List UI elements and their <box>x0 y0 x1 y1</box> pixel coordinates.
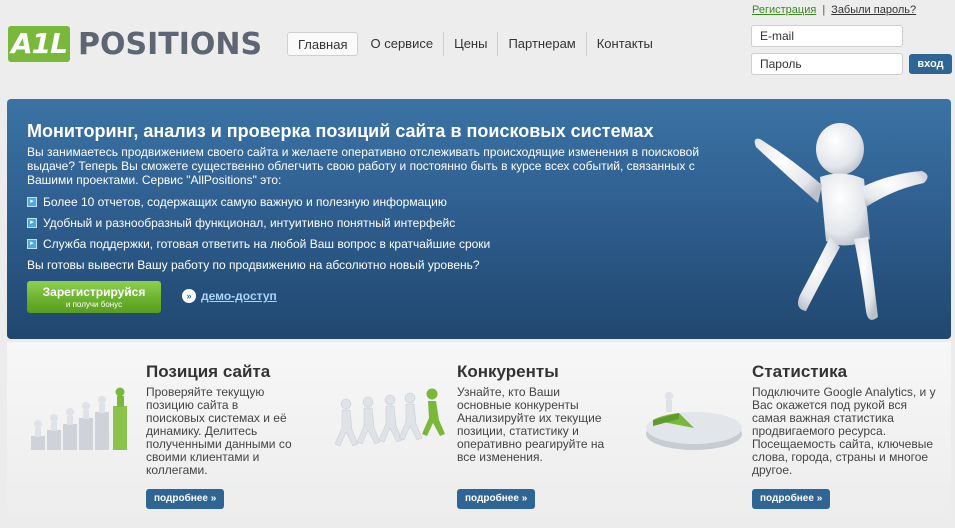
running-people-icon <box>334 388 445 447</box>
list-item: ▸ Более 10 отчетов, содержащих самую важн… <box>27 194 490 215</box>
staircase-people-icon <box>31 387 127 450</box>
features-section: Позиция сайта Проверяйте текущую позицию… <box>7 342 951 528</box>
demo-access[interactable]: » демо-доступ <box>182 289 277 303</box>
bullet-text: Более 10 отчетов, содержащих самую важну… <box>43 195 447 209</box>
nav-item-about[interactable]: О сервисе <box>360 32 445 56</box>
double-chevron-icon: » <box>182 289 196 303</box>
register-button-label: Зарегистрируйся <box>42 285 146 299</box>
forgot-password-link[interactable]: Забыли пароль? <box>831 4 916 16</box>
register-link[interactable]: Регистрация <box>752 4 816 16</box>
site-logo[interactable]: A1L POSITIONS <box>8 26 262 62</box>
feature-title: Конкуренты <box>457 362 559 381</box>
hero-bullet-list: ▸ Более 10 отчетов, содержащих самую важн… <box>27 194 490 257</box>
feature-description: Подключите Google Analytics, и у Вас ока… <box>752 385 936 477</box>
demo-access-link[interactable]: демо-доступ <box>201 289 277 303</box>
bullet-arrow-icon: ▸ <box>27 218 37 228</box>
register-button[interactable]: Зарегистрируйся и получи бонус <box>27 281 161 313</box>
hero-question: Вы готовы вывести Вашу работу по продвиж… <box>27 258 480 272</box>
register-button-sublabel: и получи бонус <box>65 300 123 309</box>
logo-text: POSITIONS <box>78 26 263 62</box>
feature-statistics: Статистика Подключите Google Analytics, … <box>627 342 951 528</box>
feature-description: Узнайте, кто Ваши основные конкуренты Ан… <box>457 385 605 464</box>
more-button[interactable]: подробнее » <box>457 489 536 509</box>
login-button[interactable]: вход <box>909 54 952 74</box>
bullet-arrow-icon: ▸ <box>27 197 37 207</box>
feature-title: Статистика <box>752 362 848 381</box>
nav-item-prices[interactable]: Цены <box>444 32 499 56</box>
feature-position: Позиция сайта Проверяйте текущую позицию… <box>7 342 317 528</box>
more-button[interactable]: подробнее » <box>752 489 831 509</box>
feature-title: Позиция сайта <box>146 362 271 381</box>
email-field[interactable] <box>751 25 903 47</box>
auth-links: Регистрация | Забыли пароль? <box>752 4 916 16</box>
logo-badge: A1L <box>8 26 70 62</box>
pie-chart-person-icon <box>646 392 742 450</box>
list-item: ▸ Служба поддержки, готовая ответить на л… <box>27 236 490 257</box>
auth-separator: | <box>822 4 826 16</box>
feature-competitors: Конкуренты Узнайте, кто Ваши основные ко… <box>317 342 627 528</box>
bullet-text: Удобный и разнообразный функционал, инту… <box>43 216 456 230</box>
hero-intro: Вы занимаетесь продвижением своего сайта… <box>27 145 700 187</box>
nav-item-partners[interactable]: Партнерам <box>498 32 587 56</box>
hero-banner: Мониторинг, анализ и проверка позиций са… <box>7 99 951 339</box>
hero-title: Мониторинг, анализ и проверка позиций са… <box>27 121 654 141</box>
nav-item-home[interactable]: Главная <box>287 32 359 56</box>
password-field[interactable] <box>751 53 903 75</box>
main-nav: Главная О сервисе Цены Партнерам Контакт… <box>287 32 663 56</box>
header: A1L POSITIONS Главная О сервисе Цены Пар… <box>0 0 955 96</box>
bullet-arrow-icon: ▸ <box>27 239 37 249</box>
nav-item-contacts[interactable]: Контакты <box>587 32 663 56</box>
more-button[interactable]: подробнее » <box>146 489 225 509</box>
bullet-text: Служба поддержки, готовая ответить на лю… <box>43 237 491 251</box>
feature-description: Проверяйте текущую позицию сайта в поиск… <box>146 385 292 477</box>
cheering-figure-icon <box>754 123 928 320</box>
list-item: ▸ Удобный и разнообразный функционал, инт… <box>27 215 490 236</box>
